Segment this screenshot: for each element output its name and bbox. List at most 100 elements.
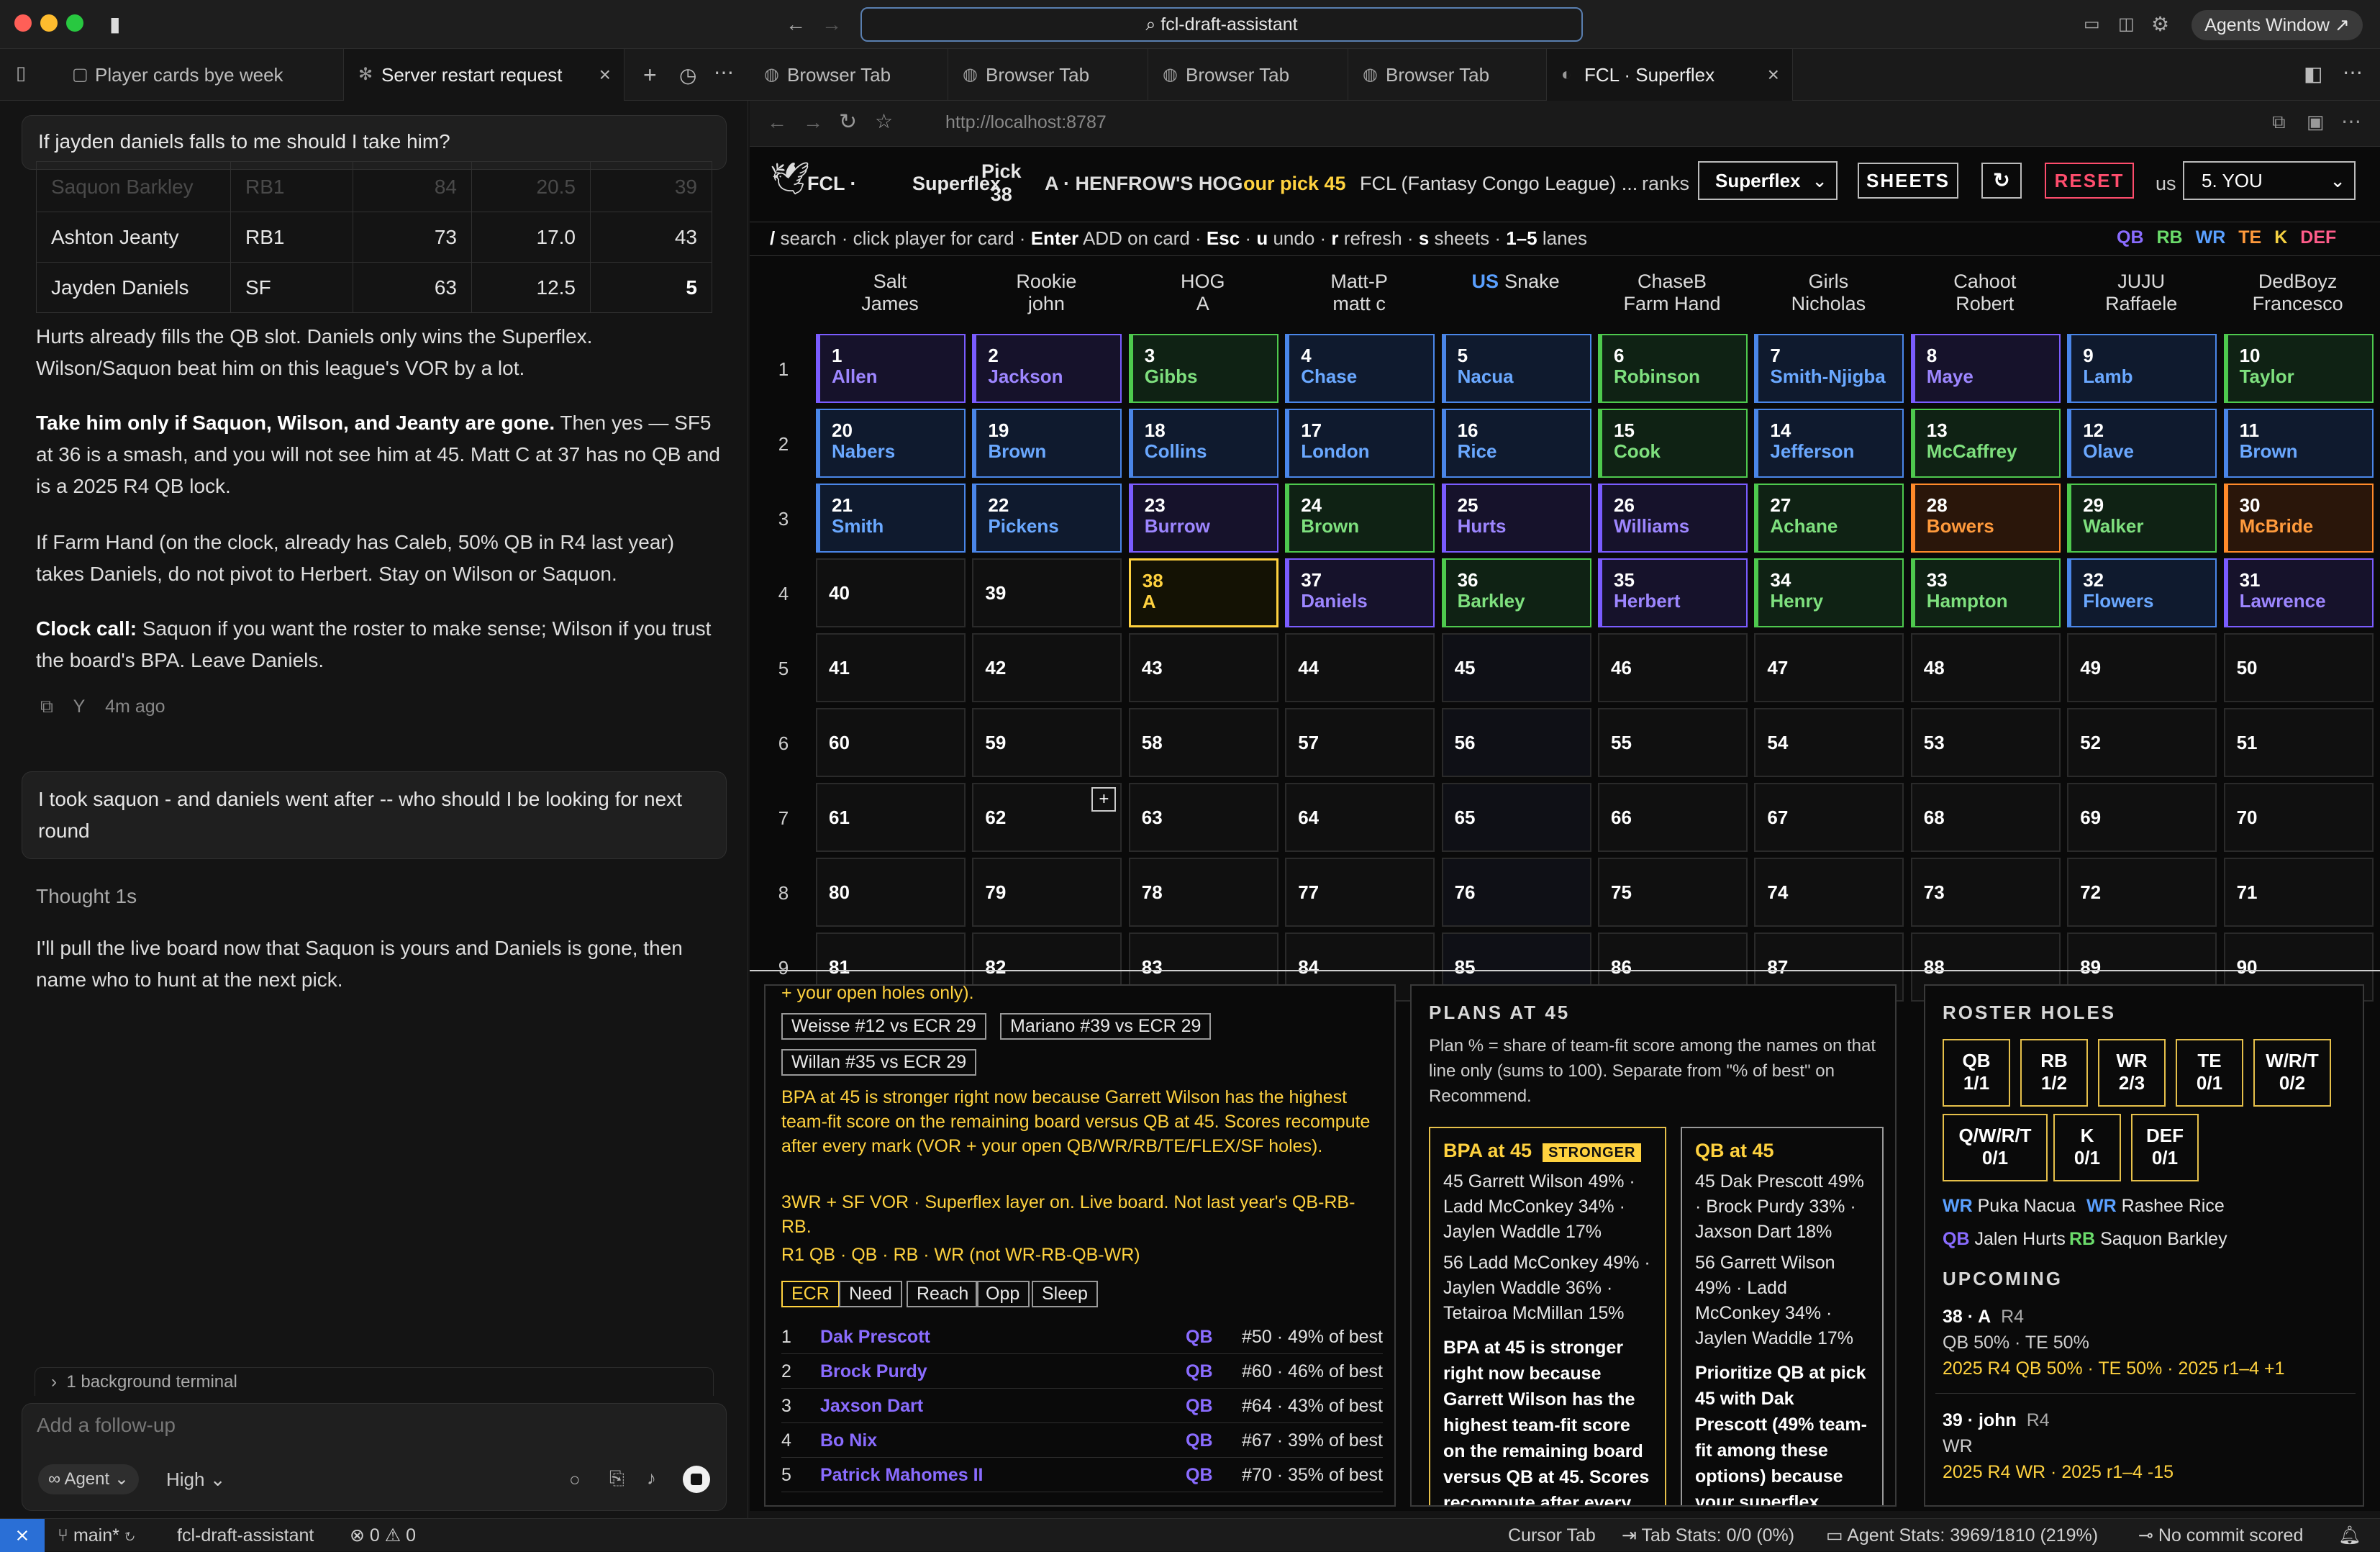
minimize-window-button[interactable] bbox=[40, 14, 58, 32]
roster-player[interactable]: WR Rashee Rice bbox=[2086, 1196, 2225, 1217]
draft-cell[interactable]: 71 bbox=[2223, 858, 2374, 927]
hole-te[interactable]: TE 0/1 bbox=[2176, 1039, 2243, 1107]
draft-cell[interactable]: 27 Achane bbox=[1754, 484, 1904, 553]
screenshot-icon[interactable]: ⧉ bbox=[2272, 111, 2286, 134]
more-icon[interactable]: ⋯ bbox=[2343, 60, 2363, 84]
roster-player[interactable]: WR Puka Nacua bbox=[1943, 1196, 2076, 1217]
draft-cell[interactable]: 72 bbox=[2067, 858, 2217, 927]
follow-up-input[interactable]: Add a follow-up bbox=[37, 1414, 176, 1437]
draft-cell[interactable]: 18 Collins bbox=[1128, 409, 1278, 478]
draft-cell[interactable]: 9 Lamb bbox=[2067, 334, 2217, 403]
draft-cell[interactable]: 4 Chase bbox=[1285, 334, 1435, 403]
copy-icon[interactable]: ⧉ bbox=[40, 696, 53, 717]
draft-cell[interactable]: 51 bbox=[2223, 708, 2374, 777]
roster-player[interactable]: QB Jalen Hurts bbox=[1943, 1229, 2066, 1250]
thought-indicator[interactable]: Thought 1s bbox=[36, 881, 727, 912]
reset-button[interactable]: RESET bbox=[2045, 163, 2134, 199]
chip[interactable]: Weisse #12 vs ECR 29 bbox=[781, 1013, 986, 1040]
draft-cell[interactable]: 23 Burrow bbox=[1128, 484, 1278, 553]
draft-cell[interactable]: 64 bbox=[1285, 783, 1435, 852]
hole-rb[interactable]: RB 1/2 bbox=[2020, 1039, 2088, 1107]
draft-cell[interactable]: 44 bbox=[1285, 633, 1435, 702]
tab-stats[interactable]: ⇥ Tab Stats: 0/0 (0%) bbox=[1622, 1519, 1794, 1552]
chat-bubble-icon[interactable]: ▮ bbox=[109, 12, 120, 37]
microphone-icon[interactable]: ♪ bbox=[647, 1467, 656, 1489]
draft-cell[interactable]: 63 bbox=[1128, 783, 1278, 852]
forward-arrow-icon[interactable]: → bbox=[822, 12, 842, 37]
draft-cell[interactable]: 21 Smith bbox=[816, 484, 966, 553]
draft-cell[interactable]: 1 Allen bbox=[816, 334, 966, 403]
branch-indicator[interactable]: ⑂ main* ↻ bbox=[58, 1519, 135, 1552]
draft-cell[interactable]: 53 bbox=[1910, 708, 2061, 777]
attach-icon[interactable]: ⎘ bbox=[609, 1467, 624, 1490]
player-name[interactable]: Bo Nix bbox=[820, 1423, 877, 1458]
draft-cell[interactable]: 31 Lawrence bbox=[2223, 558, 2374, 627]
roster-player[interactable]: RB Saquon Barkley bbox=[2069, 1229, 2227, 1250]
star-icon[interactable]: ☆ bbox=[875, 109, 893, 133]
draft-cell[interactable]: 73 bbox=[1910, 858, 2061, 927]
draft-cell[interactable]: 79 bbox=[972, 858, 1122, 927]
filter-need[interactable]: Need bbox=[839, 1281, 902, 1307]
draft-cell[interactable]: 59 bbox=[972, 708, 1122, 777]
sidebar-toggle-icon[interactable]: ▯ bbox=[16, 62, 26, 84]
draft-cell[interactable]: 12 Olave bbox=[2067, 409, 2217, 478]
draft-cell[interactable]: 69 bbox=[2067, 783, 2217, 852]
more-icon[interactable]: ⋯ bbox=[714, 60, 734, 84]
draft-cell[interactable]: 30 McBride bbox=[2223, 484, 2374, 553]
hole-k[interactable]: K 0/1 bbox=[2053, 1114, 2121, 1181]
draft-cell[interactable]: 77 bbox=[1285, 858, 1435, 927]
effort-selector[interactable]: High ⌄ bbox=[166, 1464, 226, 1494]
draft-cell[interactable]: 76 bbox=[1441, 858, 1591, 927]
chip[interactable]: Willan #35 vs ECR 29 bbox=[781, 1049, 977, 1076]
draft-cell[interactable]: 28 Bowers bbox=[1910, 484, 2061, 553]
hole-def[interactable]: DEF 0/1 bbox=[2131, 1114, 2199, 1181]
draft-cell[interactable]: 75 bbox=[1598, 858, 1748, 927]
draft-cell[interactable]: 52 bbox=[2067, 708, 2217, 777]
problems-indicator[interactable]: ⊗ 0 ⚠ 0 bbox=[350, 1519, 416, 1552]
draft-cell[interactable]: 29 Walker bbox=[2067, 484, 2217, 553]
draft-cell[interactable]: 19 Brown bbox=[972, 409, 1122, 478]
draft-cell[interactable]: 47 bbox=[1754, 633, 1904, 702]
project-name[interactable]: fcl-draft-assistant bbox=[177, 1519, 314, 1552]
tab-server-restart[interactable]: ✻ Server restart request × bbox=[344, 49, 624, 101]
filter-sleep[interactable]: Sleep bbox=[1032, 1281, 1098, 1307]
agents-window-button[interactable]: Agents Window ↗ bbox=[2191, 10, 2363, 40]
tab-fcl-superflex[interactable]: ◐ FCL · Superflex × bbox=[1547, 49, 1793, 101]
command-search-bar[interactable]: ⌕ fcl-draft-assistant bbox=[860, 7, 1583, 42]
draft-cell[interactable]: 70 bbox=[2223, 783, 2374, 852]
tab-browser-3[interactable]: ◍ Browser Tab bbox=[1148, 49, 1348, 101]
draft-cell[interactable]: 41 bbox=[816, 633, 966, 702]
qb-plan-card[interactable]: QB at 45 45 Dak Prescott 49% · Brock Pur… bbox=[1681, 1127, 1884, 1505]
player-name[interactable]: Jaxson Dart bbox=[820, 1389, 923, 1423]
draft-cell[interactable]: 50 bbox=[2223, 633, 2374, 702]
tab-browser-1[interactable]: ◍ Browser Tab bbox=[750, 49, 948, 101]
maximize-window-button[interactable] bbox=[66, 14, 83, 32]
background-terminal-toggle[interactable]: › 1 background terminal bbox=[35, 1367, 714, 1396]
split-view-icon[interactable]: ◧ bbox=[2304, 62, 2322, 86]
more-icon[interactable]: ⋯ bbox=[2341, 109, 2361, 133]
draft-cell[interactable]: 55 bbox=[1598, 708, 1748, 777]
address-bar[interactable]: http://localhost:8787 bbox=[945, 112, 1107, 133]
draft-cell[interactable]: 66 bbox=[1598, 783, 1748, 852]
draft-cell[interactable]: 49 bbox=[2067, 633, 2217, 702]
draft-cell[interactable]: 68 bbox=[1910, 783, 2061, 852]
draft-cell[interactable]: 11 Brown bbox=[2223, 409, 2374, 478]
close-icon[interactable]: × bbox=[599, 49, 611, 101]
player-name[interactable]: Patrick Mahomes II bbox=[820, 1458, 983, 1492]
draft-cell[interactable]: 7 Smith-Njigba bbox=[1754, 334, 1904, 403]
draft-cell[interactable]: 37 Daniels bbox=[1285, 558, 1435, 627]
draft-cell[interactable]: 20 Nabers bbox=[816, 409, 966, 478]
draft-cell[interactable]: 80 bbox=[816, 858, 966, 927]
refresh-button[interactable]: ↻ bbox=[1981, 163, 2022, 199]
draft-cell[interactable]: 10 Taylor bbox=[2223, 334, 2374, 403]
draft-cell[interactable]: 43 bbox=[1128, 633, 1278, 702]
mode-selector[interactable]: ∞ Agent ⌄ bbox=[38, 1464, 139, 1494]
tab-browser-4[interactable]: ◍ Browser Tab bbox=[1348, 49, 1547, 101]
draft-cell[interactable]: 15 Cook bbox=[1598, 409, 1748, 478]
filter-reach[interactable]: Reach bbox=[907, 1281, 979, 1307]
draft-cell[interactable]: 65 bbox=[1441, 783, 1591, 852]
plus-icon[interactable]: + bbox=[643, 62, 657, 89]
bpa-plan-card[interactable]: BPA at 45 STRONGER 45 Garrett Wilson 49%… bbox=[1429, 1127, 1666, 1505]
draft-cell[interactable]: 25 Hurts bbox=[1441, 484, 1591, 553]
tab-browser-2[interactable]: ◍ Browser Tab bbox=[948, 49, 1148, 101]
